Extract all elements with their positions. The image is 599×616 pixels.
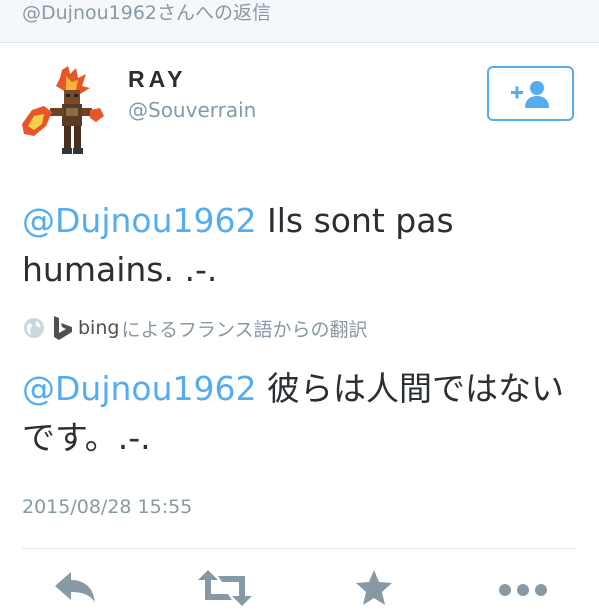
more-button[interactable]: [497, 568, 549, 616]
display-name[interactable]: RAY: [128, 66, 186, 93]
reply-context-bar: @Dujnou1962さんへの返信: [0, 0, 599, 43]
reply-icon: [55, 572, 95, 602]
favorite-icon: [356, 570, 392, 605]
tweet-mention-link[interactable]: @Dujnou1962: [22, 201, 257, 240]
reply-context-text: @Dujnou1962さんへの返信: [22, 2, 272, 24]
reply-button[interactable]: [50, 568, 100, 616]
divider: [22, 548, 577, 549]
avatar[interactable]: [20, 64, 116, 160]
globe-icon: [24, 318, 44, 338]
follow-icon: [510, 80, 549, 108]
translated-mention-link[interactable]: @Dujnou1962: [22, 369, 257, 408]
more-icon: [499, 584, 547, 596]
retweet-button[interactable]: [198, 568, 252, 616]
retweet-icon: [198, 570, 252, 606]
translation-label: によるフランス語からの翻訳: [121, 318, 368, 341]
favorite-button[interactable]: [352, 568, 396, 616]
translation-engine: bing: [78, 317, 120, 339]
screen-name[interactable]: @Souverrain: [128, 98, 256, 122]
translation-attribution: bing によるフランス語からの翻訳: [22, 314, 368, 342]
follow-button[interactable]: [487, 66, 574, 121]
bing-logo-icon: [54, 316, 72, 340]
timestamp: 2015/08/28 15:55: [22, 496, 193, 518]
translated-text: @Dujnou1962 彼らは人間ではないです。.-.: [22, 364, 582, 462]
tweet-text: @Dujnou1962 Ils sont pas humains. .-.: [22, 196, 582, 294]
